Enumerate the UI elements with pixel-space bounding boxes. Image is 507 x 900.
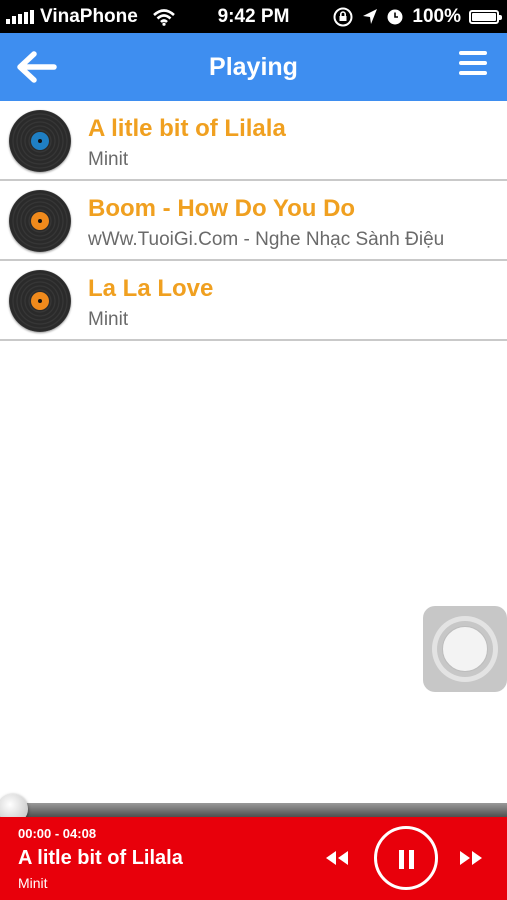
song-artist: wWw.TuoiGi.Com - Nghe Nhạc Sành Điệu: [88, 229, 445, 250]
pause-button[interactable]: [374, 826, 438, 890]
list-item[interactable]: A litle bit of Lilala Minit: [0, 101, 507, 181]
song-title: La La Love: [88, 275, 214, 302]
battery-percent: 100%: [412, 5, 461, 27]
vinyl-disc-icon: [9, 270, 71, 332]
assistive-touch-button[interactable]: [423, 606, 507, 692]
alarm-icon: [387, 9, 403, 24]
status-bar: VinaPhone 9:42 PM 100%: [0, 0, 507, 33]
battery-icon: [469, 9, 502, 24]
list-item[interactable]: La La Love Minit: [0, 261, 507, 341]
list-item[interactable]: Boom - How Do You Do wWw.TuoiGi.Com - Ng…: [0, 181, 507, 261]
rewind-button[interactable]: [324, 849, 350, 867]
wifi-icon: [152, 8, 175, 26]
playback-time: 00:00 - 04:08: [18, 826, 97, 841]
progress-slider[interactable]: [0, 803, 507, 817]
rewind-icon: [326, 851, 348, 865]
vinyl-disc-icon: [9, 190, 71, 252]
fast-forward-icon: [460, 851, 482, 865]
rotation-lock-icon: [333, 7, 353, 26]
signal-icon: [6, 9, 34, 24]
now-playing-bar: 00:00 - 04:08 A litle bit of Lilala Mini…: [0, 817, 507, 900]
vinyl-disc-icon: [9, 110, 71, 172]
now-playing-artist: Minit: [18, 875, 48, 891]
song-title: A litle bit of Lilala: [88, 115, 286, 142]
status-right: 100%: [332, 6, 507, 28]
hamburger-menu-icon: [459, 51, 487, 75]
song-title: Boom - How Do You Do: [88, 195, 356, 222]
status-left: VinaPhone: [0, 6, 176, 28]
now-playing-title: A litle bit of Lilala: [18, 847, 183, 869]
fast-forward-button[interactable]: [458, 849, 484, 867]
location-icon: [363, 8, 378, 24]
menu-button[interactable]: [459, 51, 487, 81]
page-title: Playing: [209, 53, 298, 81]
playlist: A litle bit of Lilala Minit Boom - How D…: [0, 101, 507, 341]
app-header: Playing: [0, 33, 507, 101]
carrier-name: VinaPhone: [40, 5, 138, 27]
battery-fill: [472, 12, 496, 21]
song-artist: Minit: [88, 309, 129, 330]
song-artist: Minit: [88, 149, 129, 170]
